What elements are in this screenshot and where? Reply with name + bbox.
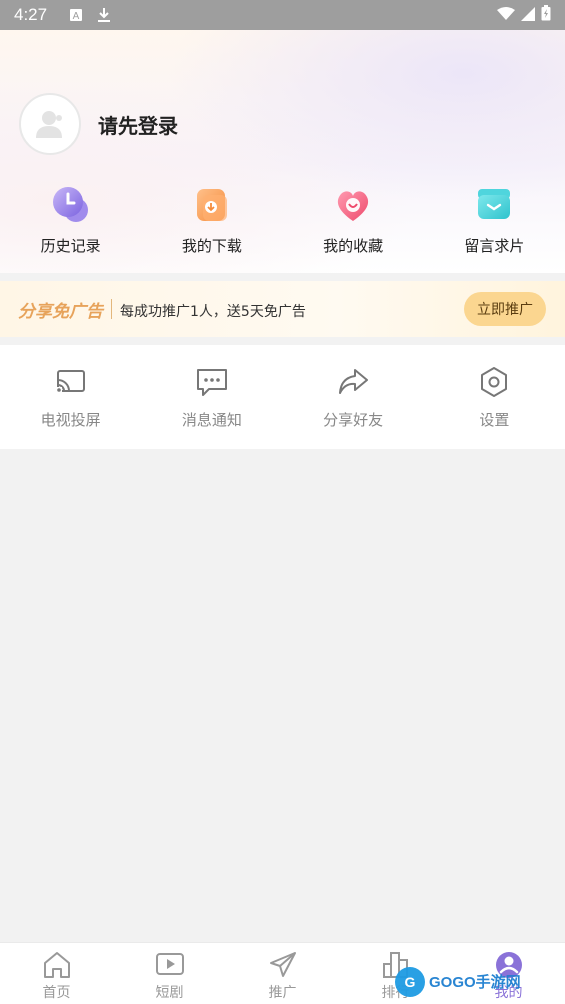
nav-label-promote: 推广 (268, 985, 297, 1001)
keyboard-a-icon: A (69, 8, 83, 22)
quick-item-download[interactable]: 我的下载 (141, 185, 282, 265)
cast-icon (55, 370, 85, 393)
message-box-icon (478, 189, 511, 219)
tool-label-notifications: 消息通知 (181, 411, 242, 429)
default-user-icon (36, 111, 62, 138)
wifi-icon (497, 6, 515, 25)
home-icon (43, 952, 70, 978)
nav-label-shorts: 短剧 (155, 985, 184, 1001)
promo-description: 每成功推广1人，送5天免广告 (120, 304, 306, 320)
svg-text:A: A (73, 11, 80, 22)
tool-notifications[interactable]: 消息通知 (141, 345, 282, 449)
nav-item-home[interactable]: 首页 (0, 943, 113, 1004)
signal-icon (521, 6, 535, 25)
nav-item-promote[interactable]: 推广 (226, 943, 339, 1004)
quick-label-favorites: 我的收藏 (323, 237, 384, 255)
quick-label-download: 我的下载 (181, 237, 242, 255)
nav-label-home: 首页 (42, 985, 71, 1001)
paper-plane-icon (269, 952, 296, 977)
tool-label-tv-cast: 电视投屏 (40, 411, 101, 429)
promote-now-button[interactable]: 立即推广 (464, 292, 546, 326)
watermark-text: GOGO手游网 (429, 973, 521, 991)
promo-title: 分享免广告 (18, 301, 103, 322)
nav-item-shorts[interactable]: 短剧 (113, 943, 226, 1004)
download-icon (196, 189, 227, 221)
chat-bubble-icon (196, 369, 227, 396)
quick-label-request: 留言求片 (464, 237, 525, 255)
tool-label-share: 分享好友 (323, 411, 384, 429)
quick-actions: 历史记录 我的下载 我的收藏 留言求片 (0, 185, 565, 265)
tool-settings[interactable]: 设置 (424, 345, 565, 449)
tool-tv-cast[interactable]: 电视投屏 (0, 345, 141, 449)
share-arrow-icon (339, 369, 369, 394)
avatar[interactable] (19, 93, 81, 155)
login-prompt[interactable]: 请先登录 (98, 110, 178, 139)
quick-item-request[interactable]: 留言求片 (424, 185, 565, 265)
download-status-icon (97, 8, 111, 22)
quick-label-history: 历史记录 (40, 237, 101, 255)
play-box-icon (155, 953, 184, 975)
tools-row: 电视投屏 消息通知 分享好友 设置 (0, 345, 565, 449)
status-time: 4:27 (14, 5, 48, 24)
clock-icon (52, 187, 88, 222)
gogo-watermark: G GOGO手游网 (395, 964, 535, 1000)
promo-divider (111, 299, 112, 319)
quick-item-history[interactable]: 历史记录 (0, 185, 141, 265)
tool-label-settings: 设置 (479, 411, 510, 429)
quick-item-favorites[interactable]: 我的收藏 (283, 185, 424, 265)
heart-icon (338, 191, 369, 221)
profile-header: 请先登录 历史记录 我的下载 我的收藏 留言求片 (0, 30, 565, 273)
promo-banner: 分享免广告 每成功推广1人，送5天免广告 立即推广 (0, 281, 565, 337)
battery-icon (541, 5, 551, 25)
tool-share[interactable]: 分享好友 (283, 345, 424, 449)
hexagon-settings-icon (481, 367, 508, 397)
gogo-logo-icon: G (395, 967, 425, 997)
status-bar: 4:27 A (0, 0, 565, 30)
